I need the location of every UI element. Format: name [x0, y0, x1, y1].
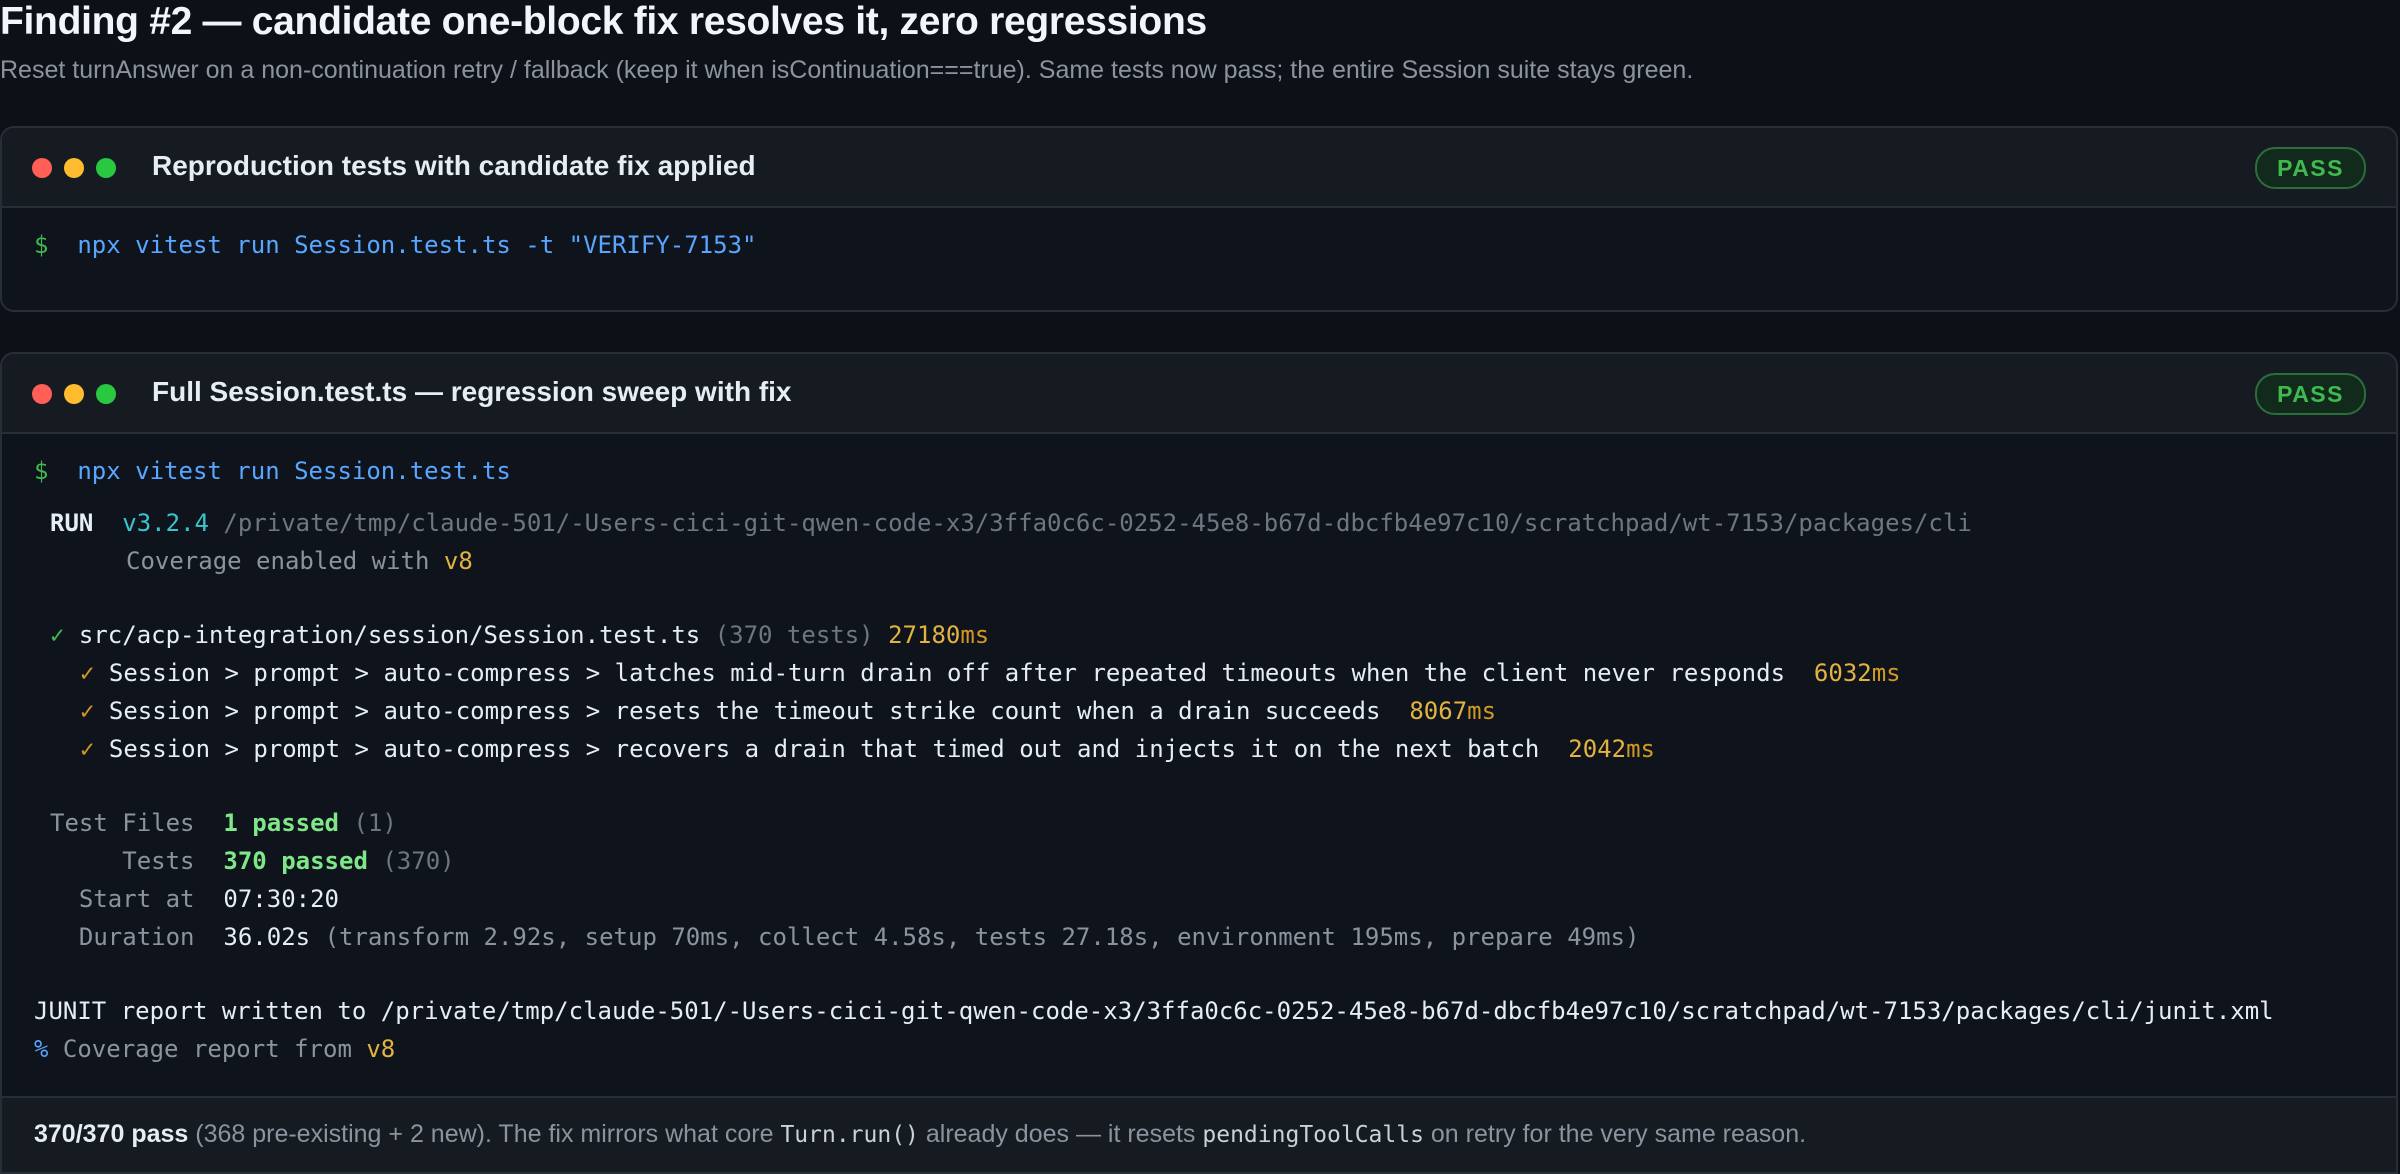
test-name: Session > prompt > auto-compress > latch… — [108, 659, 1786, 687]
command-line: $ npx vitest run Session.test.ts -t "VER… — [34, 226, 756, 264]
command-text: npx vitest run Session.test.ts -t "VERIF… — [77, 231, 757, 259]
test-result-line: ✓ Session > prompt > auto-compress > lat… — [80, 654, 1901, 692]
pass-badge: PASS — [2255, 147, 2366, 189]
duration-detail: (transform 2.92s, setup 70ms, collect 4.… — [324, 923, 1640, 951]
panel-header: Reproduction tests with candidate fix ap… — [2, 128, 2396, 208]
summary-test-files-line: Test Files 1 passed (1) — [50, 804, 397, 842]
duration-value: 36.02s — [223, 923, 311, 951]
percent-icon: % — [34, 1035, 49, 1063]
tests-total: (370) — [382, 847, 455, 875]
footer-text-3: on retry for the very same reason. — [1423, 1120, 1807, 1148]
test-duration: 8067 — [1409, 697, 1468, 725]
check-icon: ✓ — [80, 697, 95, 725]
test-result-line: ✓ Session > prompt > auto-compress > res… — [80, 692, 1496, 730]
page: Finding #2 — candidate one-block fix res… — [0, 0, 2400, 1174]
test-duration: 6032 — [1813, 659, 1872, 687]
panel-title: Reproduction tests with candidate fix ap… — [152, 150, 756, 181]
test-duration-unit: ms — [1871, 659, 1901, 687]
coverage-enabled-text: Coverage enabled with — [126, 547, 430, 575]
test-result-line: ✓ Session > prompt > auto-compress > rec… — [80, 730, 1655, 768]
test-files-passed: 1 passed — [223, 809, 339, 837]
coverage-tool: v8 — [443, 547, 473, 575]
run-line: RUN v3.2.4 /private/tmp/claude-501/-User… — [50, 504, 1972, 542]
page-title: Finding #2 — candidate one-block fix res… — [0, 0, 1207, 43]
minimize-window-dot-icon[interactable] — [64, 384, 84, 404]
test-files-total: (1) — [353, 809, 397, 837]
minimize-window-dot-icon[interactable] — [64, 158, 84, 178]
reproduction-tests-panel: Reproduction tests with candidate fix ap… — [0, 126, 2398, 312]
terminal-output: $ npx vitest run Session.test.ts RUN v3.… — [2, 452, 2396, 1172]
start-value: 07:30:20 — [223, 885, 339, 913]
command-line: $ npx vitest run Session.test.ts — [34, 452, 511, 490]
footer-code-2: pendingToolCalls — [1202, 1122, 1424, 1148]
tests-passed: 370 passed — [223, 847, 368, 875]
run-label: RUN — [50, 509, 94, 537]
command-text: npx vitest run Session.test.ts — [77, 457, 511, 485]
check-icon: ✓ — [80, 659, 95, 687]
pass-badge: PASS — [2255, 373, 2366, 415]
panel-title: Full Session.test.ts — regression sweep … — [152, 376, 792, 407]
coverage-enabled-line: Coverage enabled with v8 — [126, 542, 473, 580]
summary-duration-line: Duration 36.02s (transform 2.92s, setup … — [50, 918, 1640, 956]
test-duration-unit: ms — [1467, 697, 1497, 725]
close-window-dot-icon[interactable] — [32, 384, 52, 404]
test-duration: 2042 — [1568, 735, 1627, 763]
file-result-line: ✓ src/acp-integration/session/Session.te… — [50, 616, 989, 654]
summary-start-line: Start at 07:30:20 — [50, 880, 339, 918]
summary-tests-line: Tests 370 passed (370) — [50, 842, 455, 880]
footer-text-1: (368 pre-existing + 2 new). The fix mirr… — [188, 1120, 781, 1148]
terminal-output: $ npx vitest run Session.test.ts -t "VER… — [2, 226, 2396, 310]
regression-sweep-panel: Full Session.test.ts — regression sweep … — [0, 352, 2398, 1174]
test-duration-unit: ms — [1626, 735, 1655, 763]
footer-code-1: Turn.run() — [780, 1122, 919, 1148]
test-name: Session > prompt > auto-compress > recov… — [108, 735, 1540, 763]
panel-footer-summary: 370/370 pass (368 pre-existing + 2 new).… — [2, 1096, 2396, 1172]
test-files-label: Test Files — [50, 809, 195, 837]
close-window-dot-icon[interactable] — [32, 158, 52, 178]
maximize-window-dot-icon[interactable] — [96, 384, 116, 404]
tests-label: Tests — [122, 847, 195, 875]
shell-prompt: $ — [34, 457, 49, 485]
junit-report-line: JUNIT report written to /private/tmp/cla… — [34, 992, 2274, 1030]
run-path: /private/tmp/claude-501/-Users-cici-git-… — [223, 509, 1972, 537]
shell-prompt: $ — [34, 231, 49, 259]
page-subtitle: Reset turnAnswer on a non-continuation r… — [0, 56, 1694, 84]
maximize-window-dot-icon[interactable] — [96, 158, 116, 178]
test-name: Session > prompt > auto-compress > reset… — [108, 697, 1381, 725]
coverage-report-tool: v8 — [366, 1035, 396, 1063]
footer-text-2: already does — it resets — [918, 1120, 1203, 1148]
duration-label: Duration — [78, 923, 195, 951]
junit-report-text: JUNIT report written to /private/tmp/cla… — [34, 997, 2274, 1025]
coverage-report-text: Coverage report from — [62, 1035, 352, 1063]
start-label: Start at — [78, 885, 195, 913]
vitest-version: v3.2.4 — [122, 509, 209, 537]
test-count: (370 tests) — [714, 621, 874, 649]
panel-header: Full Session.test.ts — regression sweep … — [2, 354, 2396, 434]
check-icon: ✓ — [80, 735, 95, 763]
file-duration-unit: ms — [960, 621, 990, 649]
file-duration: 27180 — [888, 621, 961, 649]
check-icon: ✓ — [50, 621, 65, 649]
coverage-report-line: % Coverage report from v8 — [34, 1030, 395, 1068]
pass-summary: 370/370 pass — [34, 1120, 189, 1148]
test-file-path: src/acp-integration/session/Session.test… — [78, 621, 701, 649]
